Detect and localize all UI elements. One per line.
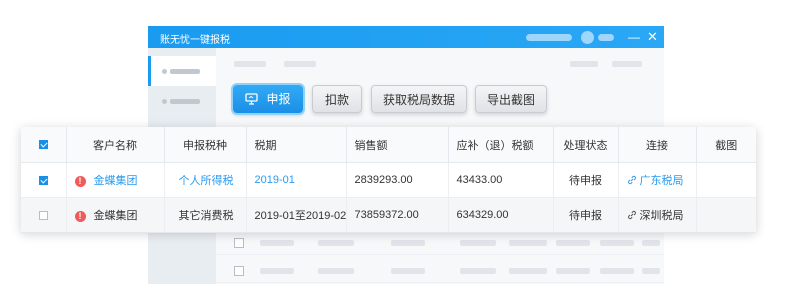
placeholder-bar <box>391 268 425 274</box>
placeholder-bar <box>509 268 547 274</box>
export-screenshot-button-label: 导出截图 <box>486 93 535 107</box>
active-indicator <box>148 56 151 86</box>
deduct-button-label: 扣款 <box>324 93 349 107</box>
tax-bureau-link[interactable]: 广东税局 <box>640 175 684 187</box>
row-checkbox[interactable] <box>38 210 48 220</box>
placeholder-bar <box>600 240 634 246</box>
placeholder-bar <box>391 240 425 246</box>
sidebar-item-1[interactable] <box>148 56 216 86</box>
declare-button[interactable]: 申报 <box>233 85 303 113</box>
column-header-link[interactable]: 连接 <box>618 127 697 163</box>
table-row[interactable]: ! 金蝶集团 个人所得税 2019-01 2839293.00 43433.00 … <box>21 162 756 198</box>
sidebar-item-2[interactable] <box>148 86 216 116</box>
customer-cell: ! 金蝶集团 <box>66 162 165 198</box>
sidebar-item-placeholder <box>170 99 200 104</box>
placeholder-bar <box>509 240 547 246</box>
declare-button-label: 申报 <box>266 92 291 106</box>
placeholder-bar <box>642 268 660 274</box>
close-icon[interactable]: ✕ <box>647 30 658 43</box>
link-cell: 广东税局 <box>618 162 697 198</box>
placeholder-bar <box>570 61 598 67</box>
list-item <box>216 232 664 255</box>
screenshot-cell[interactable] <box>696 162 756 198</box>
deduct-button[interactable]: 扣款 <box>312 85 362 113</box>
table-header: 客户名称 申报税种 税期 销售额 应补（退）税额 处理状态 连接 截图 <box>21 127 756 163</box>
placeholder-bar <box>556 268 590 274</box>
customer-name-link[interactable]: 金蝶集团 <box>94 175 138 187</box>
column-header-screenshot[interactable]: 截图 <box>696 127 756 163</box>
select-all-cell <box>21 127 67 163</box>
tax-table: 客户名称 申报税种 税期 销售额 应补（退）税额 处理状态 连接 截图 ! 金蝶集… <box>21 127 756 233</box>
row-checkbox[interactable] <box>234 238 244 248</box>
tax-amount-cell: 43433.00 <box>448 162 554 198</box>
sales-cell: 73859372.00 <box>346 197 449 233</box>
list-item <box>216 260 664 283</box>
title-bar: 账无忧一键报税 — ✕ <box>148 26 664 48</box>
placeholder-bar <box>460 268 496 274</box>
link-icon <box>627 175 636 185</box>
tax-type-cell: 其它消费税 <box>164 197 247 233</box>
tax-amount-cell: 634329.00 <box>448 197 554 233</box>
placeholder-bar <box>260 240 294 246</box>
fetch-tax-data-button[interactable]: 获取税局数据 <box>371 85 467 113</box>
export-screenshot-button[interactable]: 导出截图 <box>475 85 547 113</box>
title-bar-placeholder <box>526 34 572 41</box>
placeholder-bar <box>642 240 660 246</box>
placeholder-bar <box>318 240 354 246</box>
period-cell: 2019-01至2019-02 <box>246 197 347 233</box>
placeholder-bar <box>318 268 354 274</box>
select-all-checkbox[interactable] <box>38 140 48 150</box>
status-cell: 待申报 <box>553 197 619 233</box>
row-checkbox[interactable] <box>38 175 48 185</box>
placeholder-bar <box>284 61 316 67</box>
row-select-cell <box>21 197 67 233</box>
fetch-tax-data-button-label: 获取税局数据 <box>382 93 455 107</box>
placeholder-bar <box>612 61 642 67</box>
user-avatar[interactable] <box>581 31 594 44</box>
exclamation-icon: ! <box>74 210 86 222</box>
placeholder-bar <box>234 61 266 67</box>
background-list <box>216 232 664 284</box>
screenshot-cell[interactable] <box>696 197 756 233</box>
exclamation-icon: ! <box>74 175 86 187</box>
column-header-tax-type[interactable]: 申报税种 <box>164 127 247 163</box>
sidebar-item-placeholder <box>170 69 200 74</box>
row-checkbox[interactable] <box>234 266 244 276</box>
status-cell: 待申报 <box>553 162 619 198</box>
period-link[interactable]: 2019-01 <box>246 162 347 198</box>
column-header-customer[interactable]: 客户名称 <box>66 127 165 163</box>
placeholder-bar <box>600 268 634 274</box>
sales-cell: 2839293.00 <box>346 162 449 198</box>
placeholder-bar <box>460 240 496 246</box>
placeholder-bar <box>260 268 294 274</box>
tax-type-link[interactable]: 个人所得税 <box>164 162 247 198</box>
row-select-cell <box>21 162 67 198</box>
table-row[interactable]: ! 金蝶集团 其它消费税 2019-01至2019-02 73859372.00 … <box>21 197 756 233</box>
tax-table-card: 客户名称 申报税种 税期 销售额 应补（退）税额 处理状态 连接 截图 ! 金蝶集… <box>21 127 756 233</box>
sidebar-item-dot <box>162 99 167 104</box>
placeholder-bar <box>556 240 590 246</box>
monitor-icon <box>245 93 259 105</box>
link-cell: 深圳税局 <box>618 197 697 233</box>
column-header-tax-amount[interactable]: 应补（退）税额 <box>448 127 554 163</box>
column-header-period[interactable]: 税期 <box>246 127 347 163</box>
window-title: 账无忧一键报税 <box>160 35 230 46</box>
column-header-sales[interactable]: 销售额 <box>346 127 449 163</box>
link-icon <box>627 210 636 220</box>
customer-cell: ! 金蝶集团 <box>66 197 165 233</box>
title-bar-placeholder <box>598 34 614 41</box>
column-header-status[interactable]: 处理状态 <box>553 127 619 163</box>
minimize-icon[interactable]: — <box>628 31 640 43</box>
customer-name[interactable]: 金蝶集团 <box>94 210 138 222</box>
sidebar-item-dot <box>162 69 167 74</box>
tax-bureau-link[interactable]: 深圳税局 <box>640 210 684 222</box>
